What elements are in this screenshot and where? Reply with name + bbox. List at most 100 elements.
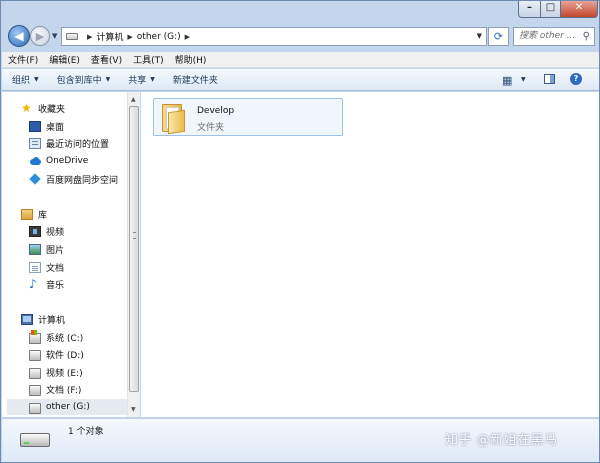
- arrow-right-icon: ▶: [35, 30, 45, 43]
- menu-view[interactable]: 查看(V): [91, 53, 122, 66]
- minimize-button[interactable]: –: [518, 1, 541, 18]
- organize-label: 组织: [12, 76, 31, 86]
- baidu-sync-icon: [29, 174, 41, 185]
- chevron-right-icon[interactable]: ▶: [127, 33, 132, 41]
- chevron-down-icon: ▼: [34, 76, 39, 83]
- scroll-down-icon[interactable]: ▼: [131, 406, 136, 413]
- nav-label: 收藏夹: [38, 104, 66, 115]
- breadcrumb-computer[interactable]: 计算机: [96, 30, 123, 43]
- drive-icon: [66, 33, 78, 40]
- close-icon: ✕: [574, 2, 584, 13]
- search-icon[interactable]: ⚲: [583, 28, 590, 45]
- scroll-up-icon[interactable]: ▲: [131, 96, 136, 103]
- nav-item-music[interactable]: ♪ 音乐: [29, 276, 64, 292]
- organize-button[interactable]: 组织 ▼: [12, 73, 39, 86]
- include-in-library-button[interactable]: 包含到库中 ▼: [57, 73, 111, 86]
- minimize-icon: –: [527, 2, 532, 13]
- scroll-thumb[interactable]: [129, 106, 139, 392]
- forward-button[interactable]: ▶: [30, 26, 50, 46]
- drive-icon: [29, 384, 41, 396]
- new-folder-button[interactable]: 新建文件夹: [173, 73, 218, 86]
- desktop-icon: [29, 120, 41, 132]
- nav-label: 文档 (F:): [46, 385, 82, 396]
- view-dropdown-icon[interactable]: ▼: [521, 76, 526, 83]
- explorer-window: – □ ✕ ◀ ▶ ▼ ▶ 计算机 ▶ other (G:) ▶ ▼ ⟳ 搜索 …: [0, 0, 600, 463]
- nav-item-videos[interactable]: 视频: [29, 223, 64, 239]
- close-button[interactable]: ✕: [560, 1, 598, 18]
- drive-icon: [29, 367, 41, 379]
- nav-libraries[interactable]: 库: [21, 206, 47, 222]
- file-list[interactable]: Develop 文件夹: [141, 92, 599, 417]
- nav-label: other (G:): [46, 402, 90, 412]
- folder-name: Develop: [197, 106, 235, 116]
- nav-label: 库: [38, 210, 48, 221]
- view-options-icon[interactable]: ▦: [502, 74, 512, 87]
- nav-label: 计算机: [38, 315, 66, 326]
- search-placeholder: 搜索 other ...: [519, 31, 576, 41]
- nav-computer[interactable]: 计算机: [21, 311, 65, 327]
- preview-pane-icon[interactable]: [544, 74, 555, 84]
- details-pane: 1 个对象 知乎 @新姐在黑马: [2, 418, 599, 462]
- nav-item-onedrive[interactable]: OneDrive: [29, 153, 88, 169]
- system-drive-icon: [29, 329, 41, 344]
- help-icon[interactable]: ?: [570, 73, 582, 85]
- nav-item-drive-c[interactable]: 系统 (C:): [29, 329, 83, 345]
- picture-icon: [29, 243, 41, 255]
- nav-label: 图片: [46, 245, 65, 256]
- recent-places-icon: [29, 137, 41, 149]
- share-label: 共享: [128, 76, 147, 86]
- back-button[interactable]: ◀: [8, 25, 30, 47]
- nav-item-drive-g[interactable]: other (G:): [7, 399, 131, 415]
- nav-label: OneDrive: [46, 156, 89, 166]
- scroll-grip-icon: [133, 232, 136, 239]
- nav-item-recent[interactable]: 最近访问的位置: [29, 135, 109, 151]
- nav-scrollbar[interactable]: ▲ ▼: [127, 92, 140, 417]
- library-icon: [21, 208, 33, 220]
- maximize-button[interactable]: □: [540, 1, 561, 18]
- recent-pages-button[interactable]: ▼: [52, 32, 57, 40]
- nav-item-drive-d[interactable]: 软件 (D:): [29, 346, 84, 362]
- nav-label: 文档: [46, 263, 65, 274]
- chevron-down-icon: ▼: [105, 76, 111, 83]
- nav-favorites[interactable]: ★ 收藏夹: [21, 100, 65, 116]
- chevron-down-icon: ▼: [150, 76, 155, 83]
- drive-icon: [20, 433, 50, 447]
- menu-edit[interactable]: 编辑(E): [49, 53, 80, 66]
- drive-icon: [29, 349, 41, 361]
- item-count: 1 个对象: [68, 427, 104, 437]
- breadcrumb-drive-g[interactable]: other (G:): [137, 32, 181, 42]
- nav-item-documents[interactable]: 文档: [29, 259, 64, 275]
- music-icon: ♪: [29, 276, 37, 291]
- maximize-icon: □: [545, 2, 556, 13]
- menu-bar: 文件(F) 编辑(E) 查看(V) 工具(T) 帮助(H): [2, 52, 599, 68]
- nav-label: 视频 (E:): [46, 368, 83, 379]
- include-in-library-label: 包含到库中: [56, 76, 102, 86]
- refresh-button[interactable]: ⟳: [488, 27, 509, 46]
- menu-help[interactable]: 帮助(H): [175, 53, 207, 66]
- chevron-right-icon[interactable]: ▶: [185, 33, 190, 41]
- watermark: 知乎 @新姐在黑马: [445, 433, 558, 448]
- chevron-right-icon[interactable]: ▶: [87, 33, 92, 41]
- address-dropdown-icon[interactable]: ▼: [477, 32, 482, 40]
- nav-label: 视频: [46, 227, 65, 238]
- nav-item-drive-e[interactable]: 视频 (E:): [29, 364, 83, 380]
- nav-item-pictures[interactable]: 图片: [29, 241, 64, 257]
- video-icon: [29, 225, 41, 237]
- cloud-icon: [29, 156, 41, 167]
- nav-label: 系统 (C:): [46, 333, 84, 344]
- document-icon: [29, 261, 41, 273]
- command-bar: 组织 ▼ 包含到库中 ▼ 共享 ▼ 新建文件夹 ▦ ▼ ?: [2, 69, 599, 91]
- nav-item-drive-f[interactable]: 文档 (F:): [29, 381, 81, 397]
- address-bar[interactable]: ▶ 计算机 ▶ other (G:) ▶ ▼: [61, 27, 487, 46]
- star-icon: ★: [21, 100, 32, 115]
- folder-item-develop[interactable]: Develop 文件夹: [153, 98, 343, 136]
- arrow-left-icon: ◀: [14, 29, 24, 43]
- menu-tools[interactable]: 工具(T): [133, 53, 164, 66]
- nav-label: 桌面: [46, 122, 65, 133]
- nav-label: 最近访问的位置: [46, 139, 110, 150]
- menu-file[interactable]: 文件(F): [8, 53, 38, 66]
- nav-item-baidu[interactable]: 百度网盘同步空间: [29, 171, 118, 187]
- share-button[interactable]: 共享 ▼: [128, 73, 155, 86]
- nav-item-desktop[interactable]: 桌面: [29, 118, 64, 134]
- search-input[interactable]: 搜索 other ... ⚲: [513, 27, 595, 46]
